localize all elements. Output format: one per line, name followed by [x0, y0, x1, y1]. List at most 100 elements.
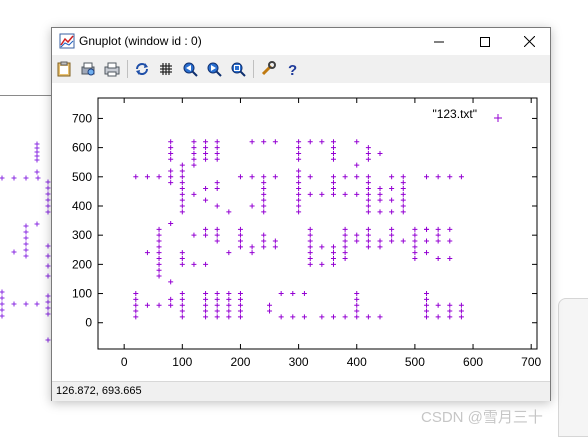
maximize-button[interactable] — [462, 28, 508, 55]
y-tick-label: 600 — [72, 141, 92, 155]
data-point — [296, 197, 302, 203]
data-point — [261, 197, 267, 203]
plot-border — [97, 97, 538, 350]
data-point — [412, 244, 418, 250]
data-point — [365, 203, 371, 209]
data-point — [296, 174, 302, 180]
data-point — [435, 238, 441, 244]
data-point — [226, 308, 232, 314]
data-point — [424, 238, 430, 244]
data-point — [203, 232, 209, 238]
background-data-point — [45, 243, 51, 249]
data-point — [133, 308, 139, 314]
title-bar[interactable]: Gnuplot (window id : 0) — [52, 28, 550, 55]
data-point — [342, 191, 348, 197]
data-point — [179, 261, 185, 267]
data-point — [400, 185, 406, 191]
data-point — [365, 174, 371, 180]
background-data-point — [35, 175, 41, 181]
help-button[interactable]: ? — [283, 60, 301, 78]
options-button[interactable] — [259, 60, 277, 78]
data-point — [214, 296, 220, 302]
data-point — [435, 256, 441, 262]
data-point — [226, 209, 232, 215]
data-point — [330, 256, 336, 262]
data-point — [424, 250, 430, 256]
data-point — [272, 174, 278, 180]
data-point — [365, 238, 371, 244]
print-button[interactable] — [103, 60, 121, 78]
background-data-point — [0, 295, 5, 301]
data-point — [319, 191, 325, 197]
toolbar: ? — [52, 55, 550, 83]
y-tick-label: 300 — [72, 228, 92, 242]
data-point — [301, 291, 307, 297]
background-data-point — [45, 253, 51, 259]
data-point — [435, 226, 441, 232]
data-point — [330, 244, 336, 250]
data-point — [237, 302, 243, 308]
data-point — [214, 232, 220, 238]
data-point — [307, 174, 313, 180]
data-point — [214, 180, 220, 186]
gnuplot-window: Gnuplot (window id : 0) ? 0 100 200 300 … — [51, 27, 551, 401]
replot-button[interactable] — [133, 60, 151, 78]
data-point — [330, 180, 336, 186]
copy-to-clipboard-button[interactable] — [55, 60, 73, 78]
data-point — [389, 185, 395, 191]
data-point — [203, 308, 209, 314]
toggle-grid-button[interactable] — [157, 60, 175, 78]
data-point — [342, 250, 348, 256]
data-point — [400, 191, 406, 197]
data-point — [400, 174, 406, 180]
data-point — [133, 302, 139, 308]
data-point — [296, 156, 302, 162]
x-tick-label: 100 — [172, 355, 192, 369]
data-point — [365, 244, 371, 250]
data-point — [330, 191, 336, 197]
data-point — [435, 232, 441, 238]
data-point — [237, 174, 243, 180]
data-point — [330, 156, 336, 162]
data-point — [214, 314, 220, 320]
data-point — [272, 244, 278, 250]
data-point — [365, 232, 371, 238]
zoom-previous-button[interactable] — [181, 60, 199, 78]
data-point — [278, 314, 284, 320]
data-point — [133, 291, 139, 297]
data-point — [319, 314, 325, 320]
data-point — [168, 139, 174, 145]
data-point — [214, 150, 220, 156]
close-button[interactable] — [506, 28, 552, 55]
data-point — [354, 232, 360, 238]
data-point — [144, 302, 150, 308]
data-point — [389, 238, 395, 244]
background-data-point — [45, 197, 51, 203]
data-point — [389, 174, 395, 180]
data-point — [144, 174, 150, 180]
data-point — [203, 150, 209, 156]
data-point — [156, 232, 162, 238]
plot-canvas[interactable]: 0 100 200 300 400 500 600 700 0 100 200 300 400 500 60… — [52, 83, 550, 381]
data-point — [377, 191, 383, 197]
data-point — [447, 238, 453, 244]
data-point — [296, 180, 302, 186]
data-point — [156, 261, 162, 267]
maximize-icon — [480, 36, 490, 47]
x-tick-label: 300 — [289, 355, 309, 369]
background-window-edge — [558, 298, 588, 437]
data-point — [237, 232, 243, 238]
background-data-point — [23, 241, 29, 247]
data-point — [214, 185, 220, 191]
options-icon — [261, 61, 276, 76]
x-tick-label: 400 — [347, 355, 367, 369]
print-preview-button[interactable] — [79, 60, 97, 78]
zoom-next-button[interactable] — [205, 60, 223, 78]
background-data-point — [45, 191, 51, 197]
unzoom-button[interactable] — [229, 60, 247, 78]
data-point — [296, 185, 302, 191]
data-point — [377, 185, 383, 191]
zoom-previous-icon — [183, 62, 198, 77]
minimize-button[interactable] — [416, 28, 462, 55]
data-point — [203, 226, 209, 232]
